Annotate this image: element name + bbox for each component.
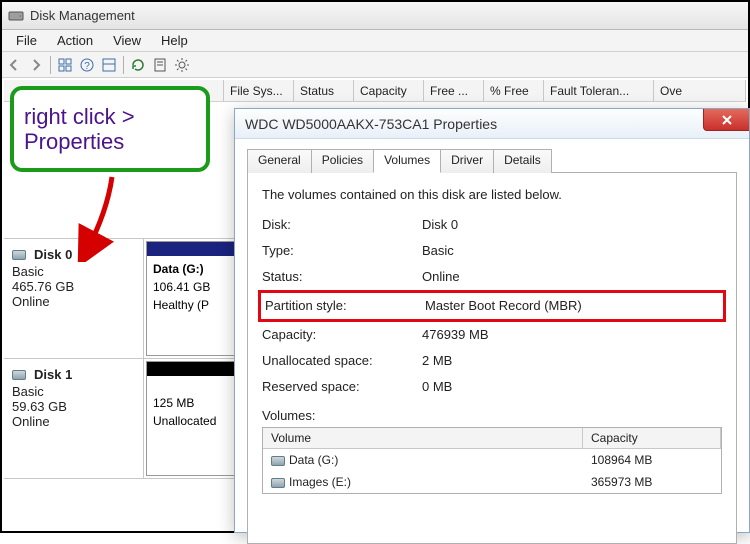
- properties-dialog: WDC WD5000AAKX-753CA1 Properties General…: [234, 108, 750, 533]
- value-disk: Disk 0: [422, 212, 458, 238]
- label-capacity: Capacity:: [262, 322, 422, 348]
- partition-style-highlight: Partition style: Master Boot Record (MBR…: [258, 290, 726, 322]
- close-button[interactable]: [703, 109, 749, 131]
- svg-text:?: ?: [84, 61, 90, 72]
- drive-icon: [12, 370, 26, 380]
- label-partition-style: Partition style:: [265, 293, 425, 319]
- annotation-callout: right click > Properties: [10, 86, 210, 172]
- disk-1-type: Basic: [12, 384, 135, 399]
- disk-0-vol-info: Healthy (P: [147, 296, 235, 314]
- value-partition-style: Master Boot Record (MBR): [425, 293, 582, 319]
- menu-action[interactable]: Action: [47, 31, 103, 50]
- col-pct-free[interactable]: % Free: [484, 80, 544, 101]
- tab-general[interactable]: General: [247, 149, 312, 173]
- menu-bar: File Action View Help: [2, 30, 748, 52]
- separator: [50, 56, 51, 74]
- close-icon: [721, 114, 733, 126]
- label-disk: Disk:: [262, 212, 422, 238]
- disk-1-name: Disk 1: [34, 367, 72, 382]
- row-0-name: Data (G:): [289, 453, 338, 467]
- menu-view[interactable]: View: [103, 31, 151, 50]
- col-fault[interactable]: Fault Toleran...: [544, 80, 654, 101]
- toolbar: ?: [2, 52, 748, 78]
- disk-1-info: Disk 1 Basic 59.63 GB Online: [4, 359, 144, 478]
- label-status: Status:: [262, 264, 422, 290]
- label-reserved: Reserved space:: [262, 374, 422, 400]
- disk-0-vol-size: 106.41 GB: [147, 278, 235, 296]
- annotation-arrow-1: [72, 172, 132, 262]
- annotation-line-2: Properties: [24, 129, 196, 154]
- col-free[interactable]: Free ...: [424, 80, 484, 101]
- row-0-cap: 108964 MB: [583, 451, 660, 469]
- settings-icon[interactable]: [174, 57, 190, 73]
- col-filesystem[interactable]: File Sys...: [224, 80, 294, 101]
- help-icon[interactable]: ?: [79, 57, 95, 73]
- layout-icon[interactable]: [101, 57, 117, 73]
- col-volume-name[interactable]: Volume: [263, 428, 583, 448]
- tab-driver[interactable]: Driver: [440, 149, 494, 173]
- value-status: Online: [422, 264, 460, 290]
- drive-icon: [271, 478, 285, 488]
- separator: [123, 56, 124, 74]
- volume-stripe: [147, 242, 235, 256]
- disk-0-volume[interactable]: Data (G:) 106.41 GB Healthy (P: [146, 241, 236, 356]
- menu-file[interactable]: File: [6, 31, 47, 50]
- forward-icon[interactable]: [28, 57, 44, 73]
- tab-page-volumes: The volumes contained on this disk are l…: [247, 172, 737, 544]
- drive-icon: [271, 456, 285, 466]
- value-type: Basic: [422, 238, 454, 264]
- disk-1-vol-info: Unallocated: [147, 412, 235, 430]
- grid-icon[interactable]: [57, 57, 73, 73]
- disk-0-name: Disk 0: [34, 247, 72, 262]
- value-unallocated: 2 MB: [422, 348, 452, 374]
- row-1-name: Images (E:): [289, 475, 351, 489]
- tab-volumes[interactable]: Volumes: [373, 149, 441, 173]
- menu-help[interactable]: Help: [151, 31, 198, 50]
- back-icon[interactable]: [6, 57, 22, 73]
- disk-1-status: Online: [12, 414, 135, 429]
- col-status[interactable]: Status: [294, 80, 354, 101]
- dialog-titlebar[interactable]: WDC WD5000AAKX-753CA1 Properties: [235, 109, 749, 139]
- disk-0-vol-name: Data (G:): [147, 260, 235, 278]
- intro-text: The volumes contained on this disk are l…: [262, 187, 722, 202]
- row-1-cap: 365973 MB: [583, 473, 660, 491]
- label-unallocated: Unallocated space:: [262, 348, 422, 374]
- window-title: Disk Management: [30, 8, 135, 23]
- table-row[interactable]: Data (G:) 108964 MB: [263, 449, 721, 471]
- disk-1-volume[interactable]: 125 MB Unallocated: [146, 361, 236, 476]
- value-capacity: 476939 MB: [422, 322, 489, 348]
- disk-0-size: 465.76 GB: [12, 279, 135, 294]
- value-reserved: 0 MB: [422, 374, 452, 400]
- volume-stripe: [147, 362, 235, 376]
- col-overhead[interactable]: Ove: [654, 80, 746, 101]
- dialog-title: WDC WD5000AAKX-753CA1 Properties: [245, 116, 497, 132]
- annotation-line-1: right click >: [24, 104, 196, 129]
- col-capacity[interactable]: Capacity: [354, 80, 424, 101]
- properties-icon[interactable]: [152, 57, 168, 73]
- table-row[interactable]: Images (E:) 365973 MB: [263, 471, 721, 493]
- tab-policies[interactable]: Policies: [311, 149, 374, 173]
- col-volume-capacity[interactable]: Capacity: [583, 428, 721, 448]
- volumes-table-header: Volume Capacity: [263, 428, 721, 449]
- disk-1-size: 59.63 GB: [12, 399, 135, 414]
- disk-1-vol-size: 125 MB: [147, 394, 235, 412]
- volumes-section-label: Volumes:: [262, 408, 722, 423]
- drive-icon: [12, 250, 26, 260]
- volumes-table[interactable]: Volume Capacity Data (G:) 108964 MB Imag…: [262, 427, 722, 494]
- dialog-body: General Policies Volumes Driver Details …: [235, 139, 749, 544]
- disk-0-type: Basic: [12, 264, 135, 279]
- tab-strip: General Policies Volumes Driver Details: [247, 149, 737, 173]
- disk-mgmt-icon: [8, 8, 24, 24]
- label-type: Type:: [262, 238, 422, 264]
- disk-0-status: Online: [12, 294, 135, 309]
- tab-details[interactable]: Details: [493, 149, 552, 173]
- disk-management-titlebar: Disk Management: [2, 2, 748, 30]
- refresh-icon[interactable]: [130, 57, 146, 73]
